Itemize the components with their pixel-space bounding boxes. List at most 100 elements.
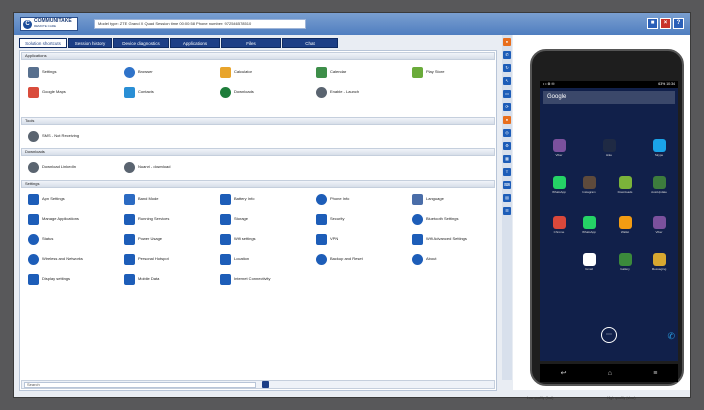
phone-app[interactable]: Instagram <box>574 176 604 194</box>
downloads-shortcut[interactable]: Download LinkedIn <box>28 160 76 174</box>
settings-shortcut[interactable]: Status <box>28 232 53 246</box>
phone-app-icon <box>582 253 596 266</box>
applications-shortcut[interactable]: Downloads <box>220 85 254 99</box>
tab-device-diagnostics[interactable]: Device diagnostics <box>113 38 169 48</box>
toolbar-globe-icon[interactable]: ◎ <box>503 129 511 137</box>
vertical-toolbar: ● ✆ ↻ ↖ ▭ ⟳ ● ◎ ⚙ ▦ T ⌨ ▤ ☰ <box>502 35 512 380</box>
tab-session-history[interactable]: Session history <box>68 38 112 48</box>
back-icon[interactable]: ↩ <box>561 369 567 377</box>
phone-app[interactable]: Hike <box>594 139 624 157</box>
settings-shortcut[interactable]: Display settings <box>28 272 70 286</box>
search-bar: Search <box>21 380 495 389</box>
settings-shortcut[interactable]: Band Mode <box>124 192 158 206</box>
settings-shortcut[interactable]: Power Usage <box>124 232 162 246</box>
section-header-applications[interactable]: Applications <box>21 52 495 60</box>
applications-shortcut[interactable]: Play Store <box>412 65 444 79</box>
toolbar-pointer-icon[interactable]: ↖ <box>503 77 511 85</box>
tab-files[interactable]: Files <box>221 38 281 48</box>
settings-shortcut[interactable]: Phone Info <box>316 192 349 206</box>
applications-shortcut[interactable]: Enable - Launch <box>316 85 359 99</box>
search-input[interactable]: Search <box>24 382 256 388</box>
settings-shortcut[interactable]: Wireless and Networks <box>28 252 83 266</box>
applications-shortcut[interactable]: Google Maps <box>28 85 66 99</box>
applications-shortcut[interactable]: Settings <box>28 65 56 79</box>
battery-time: 63% 10:34 <box>658 82 675 86</box>
status-icons: • • ⚙ ✉ <box>543 82 555 86</box>
home-icon[interactable]: ⌂ <box>608 370 612 377</box>
toolbar-save-icon[interactable]: ▤ <box>503 194 511 202</box>
settings-shortcut[interactable]: Backup and Reset <box>316 252 363 266</box>
toolbar-call-icon[interactable]: ✆ <box>503 51 511 59</box>
phone-app-label: Skype <box>654 153 664 157</box>
communitake-logo: C COMMUNITAKE REMOTE CARE <box>20 17 78 31</box>
toolbar-lock-icon[interactable]: ▦ <box>503 155 511 163</box>
toolbar-record-icon[interactable]: ● <box>503 116 511 124</box>
search-go-button[interactable] <box>262 381 269 388</box>
phone-screen[interactable]: • • ⚙ ✉ 63% 10:34 Google Viber Hike Skype W… <box>540 81 678 361</box>
phone-app[interactable]: AutoUpdate <box>644 176 674 194</box>
google-search-widget[interactable]: Google <box>543 91 675 104</box>
downloads-shortcut[interactable]: Nuanri - download <box>124 160 170 174</box>
toolbar-orange-icon[interactable]: ● <box>503 38 511 46</box>
settings-shortcut[interactable]: Location <box>220 252 249 266</box>
tab-chat[interactable]: Chat <box>282 38 338 48</box>
toolbar-rotate-icon[interactable]: ⟳ <box>503 103 511 111</box>
phone-app[interactable]: Wallet <box>610 216 640 234</box>
settings-shortcut[interactable]: Storage <box>220 212 248 226</box>
settings-shortcut[interactable]: Security <box>316 212 344 226</box>
settings-shortcut[interactable]: Apn Settings <box>28 192 65 206</box>
settings-shortcut[interactable]: Running Services <box>124 212 169 226</box>
settings-shortcut[interactable]: Language <box>412 192 444 206</box>
phone-app[interactable]: Downloads <box>610 176 640 194</box>
phone-app[interactable]: WhatsApp <box>574 216 604 234</box>
phone-app[interactable]: Messaging <box>644 253 674 271</box>
phone-app-icon <box>652 176 666 189</box>
settings-shortcut[interactable]: VPN <box>316 232 338 246</box>
phone-app[interactable]: Gmail <box>574 253 604 271</box>
settings-shortcut[interactable]: Bluetooth Settings <box>412 212 458 226</box>
section-header-tools[interactable]: Tools <box>21 117 495 125</box>
toolbar-text-icon[interactable]: T <box>503 168 511 176</box>
applications-shortcut[interactable]: Calendar <box>316 65 346 79</box>
settings-shortcut[interactable]: Battery Info <box>220 192 254 206</box>
section-header-downloads[interactable]: Downloads <box>21 148 495 156</box>
settings-shortcut[interactable]: Wifi settings <box>220 232 256 246</box>
settings-shortcut[interactable]: Personal Hotspot <box>124 252 169 266</box>
menu-icon[interactable]: ≡ <box>653 370 657 377</box>
phone-call-icon[interactable]: ✆ <box>667 331 675 342</box>
toolbar-screen-icon[interactable]: ▭ <box>503 90 511 98</box>
tab-solution-shortcuts[interactable]: Solution shortcuts <box>19 38 67 48</box>
phone-app-icon <box>618 216 632 229</box>
section-header-settings[interactable]: Settings <box>21 180 495 188</box>
settings-shortcut[interactable]: Mobile Data <box>124 272 159 286</box>
shortcut-label: Security <box>330 215 345 221</box>
settings-shortcut[interactable]: Internet Connectivity <box>220 272 270 286</box>
toolbar-keyboard-icon[interactable]: ⌨ <box>503 181 511 189</box>
settings-shortcut[interactable]: Manage Applications <box>28 212 79 226</box>
close-button[interactable]: × <box>660 18 671 29</box>
applications-shortcut[interactable]: Browser <box>124 65 153 79</box>
phone-app[interactable]: Viber <box>544 139 574 157</box>
settings-shortcut[interactable]: About <box>412 252 436 266</box>
toolbar-settings-icon[interactable]: ⚙ <box>503 142 511 150</box>
phone-app-label: Viber <box>555 153 563 157</box>
all-apps-button[interactable]: ⋯ <box>601 327 617 343</box>
toolbar-refresh-icon[interactable]: ↻ <box>503 64 511 72</box>
toolbar-list-icon[interactable]: ☰ <box>503 207 511 215</box>
phone-app[interactable]: Gallery <box>610 253 640 271</box>
phone-app-icon <box>652 253 666 266</box>
tab-applications[interactable]: Applications <box>170 38 220 48</box>
high-quality-option[interactable]: High quality (slow) <box>607 396 636 400</box>
low-quality-option[interactable]: Low quality (fast) <box>527 396 553 400</box>
help-button[interactable]: ? <box>673 18 684 29</box>
phone-app[interactable]: Skype <box>644 139 674 157</box>
phone-app-icon <box>552 176 566 189</box>
applications-shortcut[interactable]: Calculator <box>220 65 252 79</box>
phone-app[interactable]: Viber <box>644 216 674 234</box>
phone-app[interactable]: WhatsApp <box>544 176 574 194</box>
tools-shortcut[interactable]: SMS - Not Receiving <box>28 129 79 143</box>
phone-app[interactable]: Chrome <box>544 216 574 234</box>
applications-shortcut[interactable]: Contacts <box>124 85 154 99</box>
minimize-button[interactable]: ■ <box>647 18 658 29</box>
settings-shortcut[interactable]: Wifi Advanced Settings <box>412 232 467 246</box>
